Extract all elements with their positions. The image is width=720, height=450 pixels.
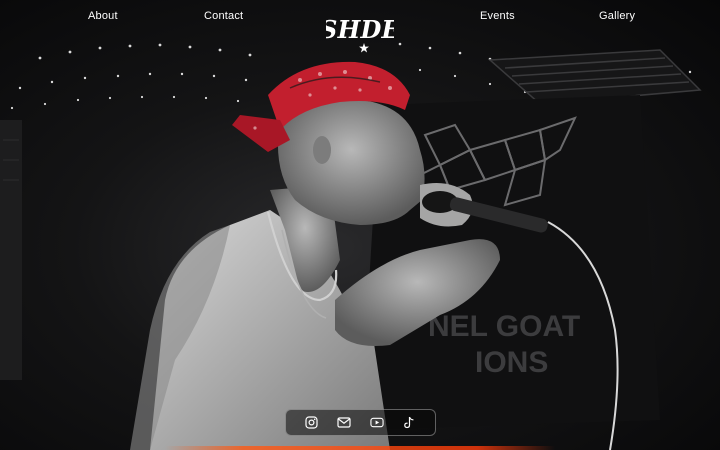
youtube-icon[interactable] xyxy=(370,416,384,430)
mail-icon[interactable] xyxy=(337,416,351,430)
instagram-icon[interactable] xyxy=(305,416,319,430)
bottom-glow xyxy=(165,446,555,450)
hero-section: NEL GOAT IONS xyxy=(0,0,720,450)
svg-text:SHDE: SHDE xyxy=(326,15,394,44)
tiktok-icon[interactable] xyxy=(402,416,416,430)
ceiling-vent xyxy=(488,49,702,105)
nav-contact[interactable]: Contact xyxy=(204,10,243,22)
main-nav: About Contact SHDE Events Gallery xyxy=(0,0,720,53)
social-links-bar xyxy=(285,409,436,436)
logo-mark: SHDE xyxy=(320,15,400,53)
nav-about[interactable]: About xyxy=(88,10,118,22)
nav-events[interactable]: Events xyxy=(480,10,515,22)
brand-logo[interactable]: SHDE xyxy=(320,10,400,54)
hero-photo: NEL GOAT IONS xyxy=(0,42,702,450)
svg-text:NEL GOAT: NEL GOAT xyxy=(428,310,580,343)
nav-gallery[interactable]: Gallery xyxy=(599,10,635,22)
svg-text:IONS: IONS xyxy=(475,346,548,379)
